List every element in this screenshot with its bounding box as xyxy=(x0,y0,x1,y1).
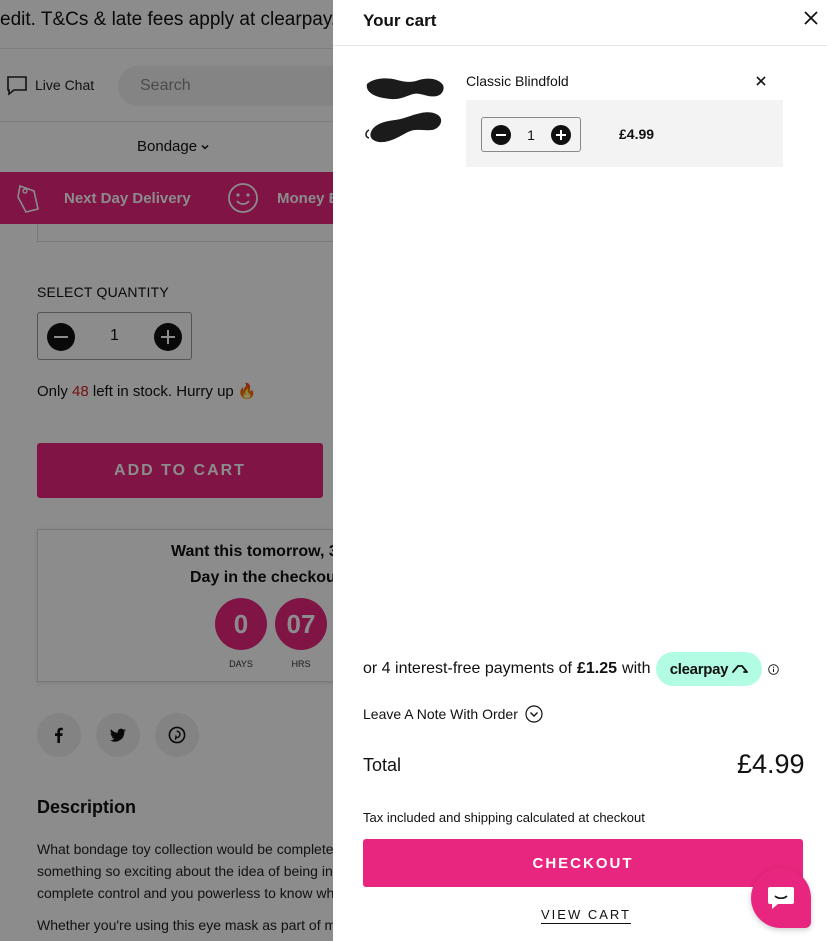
shopify-chat-icon xyxy=(768,887,794,909)
clearpay-arrows-icon xyxy=(732,665,749,673)
cart-drawer: Your cart Classic Blindfold 1 £4.99 or 4… xyxy=(333,0,827,941)
plus-icon[interactable] xyxy=(551,125,571,145)
product-thumbnail xyxy=(365,78,444,143)
clearpay-message: or 4 interest-free payments of £1.25 wit… xyxy=(363,651,813,687)
shopify-chat-button[interactable] xyxy=(751,868,811,928)
cart-item-price: £4.99 xyxy=(619,126,655,142)
clearpay-badge[interactable]: clearpay xyxy=(656,652,763,686)
close-icon[interactable] xyxy=(753,73,769,89)
cart-header: Your cart xyxy=(333,0,827,46)
chevron-circle-down-icon xyxy=(525,705,543,723)
cart-title: Your cart xyxy=(363,11,437,30)
cart-item-panel: 1 £4.99 xyxy=(466,100,783,167)
view-cart-link[interactable]: VIEW CART xyxy=(541,907,631,924)
tax-note: Tax included and shipping calculated at … xyxy=(363,810,645,825)
clearpay-prefix: or 4 interest-free payments of xyxy=(363,660,572,677)
cart-quantity-stepper: 1 xyxy=(481,117,581,152)
order-note-toggle[interactable]: Leave A Note With Order xyxy=(363,705,543,723)
total-value: £4.99 xyxy=(737,749,805,779)
clearpay-amount: £1.25 xyxy=(576,660,618,677)
cart-item-name[interactable]: Classic Blindfold xyxy=(466,73,569,89)
clearpay-with: with xyxy=(622,660,651,677)
clearpay-brand: clearpay xyxy=(669,660,729,678)
info-icon[interactable] xyxy=(768,663,780,675)
checkout-button[interactable]: CHECKOUT xyxy=(363,839,803,887)
total-label: Total xyxy=(363,755,402,775)
close-icon[interactable] xyxy=(801,8,821,28)
order-note-label: Leave A Note With Order xyxy=(363,706,518,722)
